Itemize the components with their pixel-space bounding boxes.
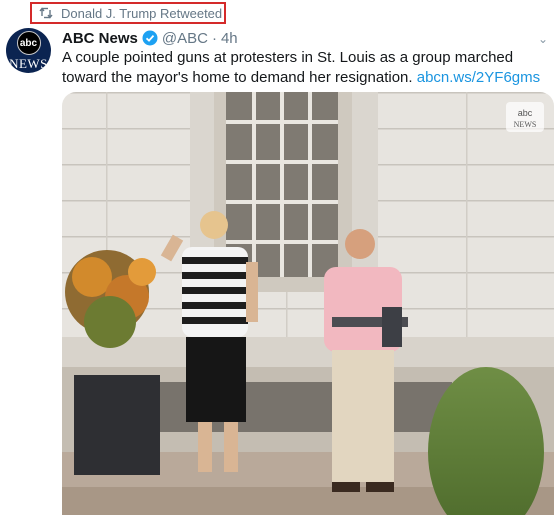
abc-news-watermark: abc NEWS [506,102,544,132]
retweet-icon [39,7,53,19]
chevron-down-icon[interactable]: ⌄ [538,32,548,46]
retweet-label: Donald J. Trump Retweeted [61,5,223,21]
planter [74,375,160,475]
svg-text:abc: abc [518,108,533,118]
retweet-banner[interactable]: Donald J. Trump Retweeted [30,2,226,24]
svg-text:NEWS: NEWS [514,120,537,129]
tweet-link[interactable]: abcn.ws/2YF6gms [417,69,540,86]
tweet-text: A couple pointed guns at protesters in S… [62,48,552,88]
tweet-header: ABC News @ABC · 4h [62,28,238,48]
avatar[interactable]: abc NEWS [6,28,51,73]
author-name[interactable]: ABC News [62,30,138,47]
photo-scene: abc NEWS [62,92,554,515]
abc-logo: abc [16,31,41,55]
verified-badge-icon [142,30,158,46]
tweet-media-photo[interactable]: abc NEWS [62,92,554,515]
author-handle[interactable]: @ABC [162,30,208,47]
tweet-time[interactable]: 4h [221,30,238,47]
avatar-news-text: NEWS [9,56,48,71]
separator-dot: · [211,29,217,47]
